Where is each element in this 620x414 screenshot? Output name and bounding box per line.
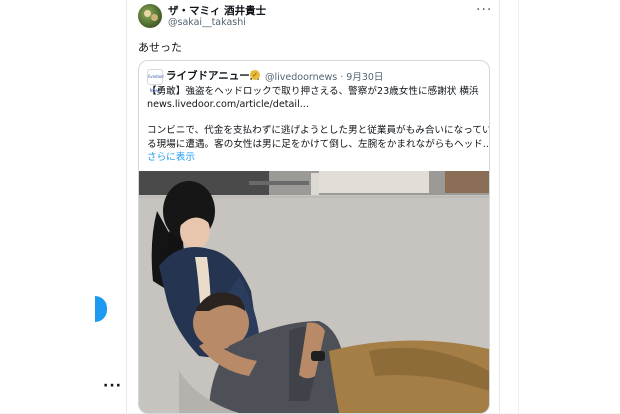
user-handle[interactable]: @sakai__takashi — [168, 17, 246, 28]
tweet-text: あせった — [138, 41, 182, 54]
quoted-text-line: コンビニで、代金を支払わずに逃げようとした男と従業員がもみ合いになってい — [147, 125, 490, 137]
show-more-link[interactable]: さらに表示 — [147, 151, 483, 164]
display-name[interactable]: ザ・マミィ 酒井貴士 — [168, 3, 266, 18]
right-divider-secondary — [518, 0, 519, 413]
left-sidebar — [0, 0, 126, 413]
quoted-text-gap — [147, 111, 483, 124]
avatar[interactable] — [138, 4, 162, 28]
right-divider — [499, 0, 500, 413]
sidebar-more-icon[interactable]: ··· — [103, 378, 122, 394]
quoted-text: 【勇敢】強盗をヘッドロックで取り押さえる、警察が23歳女性に感謝状 横浜 new… — [147, 85, 490, 164]
quoted-tweet[interactable]: livedoor News ライブドアニュース ✓ @livedoornews … — [138, 60, 490, 414]
article-link[interactable]: news.livedoor.com/article/detail... — [147, 98, 483, 111]
quoted-display-name[interactable]: ライブドアニュース — [166, 68, 260, 83]
quoted-handle-date: @livedoornews · 9月30日 — [265, 72, 384, 83]
quoted-text-line: る現場に遭遇。客の女性は男に足をかけて倒し、左腕をかまれながらもヘッド... — [147, 138, 490, 150]
verified-badge-icon: ✓ — [250, 70, 260, 80]
attached-photo[interactable] — [139, 171, 489, 413]
livedoor-news-logo-icon[interactable]: livedoor News — [147, 69, 164, 93]
more-icon[interactable]: ··· — [476, 2, 492, 18]
quoted-text-line: 【勇敢】強盗をヘッドロックで取り押さえる、警察が23歳女性に感謝状 横浜 — [147, 86, 479, 97]
